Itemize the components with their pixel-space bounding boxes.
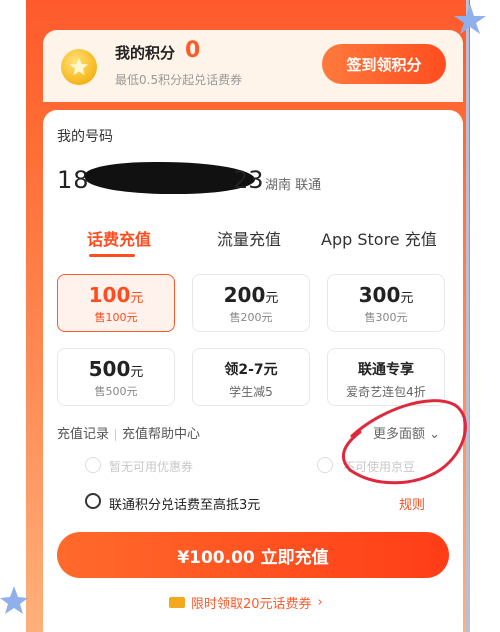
link-divider bbox=[115, 428, 117, 441]
tile-amount: 300 bbox=[358, 283, 401, 307]
jingdou-unavailable-label: 不可使用京豆 bbox=[343, 460, 416, 474]
points-offset-label: 联通积分兑话费至高抵3元 bbox=[109, 498, 261, 513]
amount-tile-200[interactable]: 200元 售200元 bbox=[192, 274, 310, 332]
tile-price: 售300元 bbox=[364, 311, 408, 324]
help-center-link[interactable]: 充值帮助中心 bbox=[122, 427, 200, 442]
amount-tile-500[interactable]: 500元 售500元 bbox=[57, 348, 175, 406]
coupon-banner-label: 限时领取20元话费券 bbox=[191, 597, 312, 612]
more-denominations-label: 更多面额 bbox=[373, 427, 426, 442]
points-offset-radio[interactable] bbox=[85, 493, 101, 509]
more-denominations-link[interactable]: 更多面额 ⌄ bbox=[373, 423, 440, 442]
promo-tile-student[interactable]: 领2-7元 学生减5 bbox=[192, 348, 310, 406]
coin-star-icon bbox=[61, 49, 97, 85]
tab-data-recharge[interactable]: 流量充值 bbox=[217, 226, 281, 250]
frame-edge bbox=[466, 0, 469, 632]
points-value: 0 bbox=[185, 38, 201, 63]
tile-amount: 200 bbox=[223, 283, 266, 307]
tile-price: 售200元 bbox=[229, 311, 273, 324]
tile-promo-title: 领2-7元 bbox=[224, 362, 278, 378]
chevron-right-icon: › bbox=[317, 595, 323, 610]
recharge-now-button[interactable]: ¥100.00 立即充值 bbox=[57, 532, 449, 578]
tile-unit: 元 bbox=[400, 291, 414, 306]
tile-price: 售500元 bbox=[94, 385, 138, 398]
tile-promo-title: 联通专享 bbox=[358, 362, 414, 378]
recharge-history-link[interactable]: 充值记录 bbox=[57, 427, 109, 442]
promo-tile-unicom-exclusive[interactable]: 联通专享 爱奇艺连包4折 bbox=[327, 348, 445, 406]
amount-tile-300[interactable]: 300元 售300元 bbox=[327, 274, 445, 332]
phone-number-suffix: 23 bbox=[233, 166, 264, 194]
tile-promo-sub: 爱奇艺连包4折 bbox=[346, 385, 426, 399]
rules-link[interactable]: 规则 bbox=[399, 494, 425, 513]
phone-number-prefix: 18 bbox=[57, 166, 90, 194]
tile-price: 售100元 bbox=[94, 311, 138, 324]
coupon-icon bbox=[169, 597, 185, 608]
active-tab-indicator bbox=[89, 254, 135, 257]
redaction-scribble bbox=[85, 162, 255, 194]
coupon-unavailable-label: 暂无可用优惠券 bbox=[109, 460, 194, 474]
amount-tile-100[interactable]: 100元 售100元 bbox=[57, 274, 175, 332]
tile-amount: 100 bbox=[88, 283, 131, 307]
limited-coupon-banner[interactable]: 限时领取20元话费券 › bbox=[169, 593, 323, 612]
tile-unit: 元 bbox=[130, 291, 144, 306]
tab-phone-recharge[interactable]: 话费充值 bbox=[87, 226, 151, 250]
tile-promo-sub: 学生减5 bbox=[229, 385, 273, 399]
recharge-card: 我的号码 18 23 湖南 联通 话费充值 流量充值 App Store 充值 … bbox=[43, 110, 463, 632]
sign-in-points-button[interactable]: 签到领积分 bbox=[322, 44, 446, 84]
coupon-radio[interactable] bbox=[85, 457, 101, 473]
background-left bbox=[0, 0, 26, 632]
points-card: 我的积分 0 最低0.5积分起兑话费券 签到领积分 bbox=[43, 30, 463, 102]
points-title: 我的积分 bbox=[115, 44, 176, 62]
tile-amount: 500 bbox=[88, 357, 131, 381]
points-subtitle: 最低0.5积分起兑话费券 bbox=[115, 73, 243, 87]
tab-app-store-recharge[interactable]: App Store 充值 bbox=[321, 226, 437, 250]
my-number-label: 我的号码 bbox=[57, 129, 113, 145]
chevron-down-icon: ⌄ bbox=[429, 427, 441, 442]
carrier-label: 湖南 联通 bbox=[265, 178, 322, 193]
tile-unit: 元 bbox=[130, 365, 144, 380]
tile-unit: 元 bbox=[265, 291, 279, 306]
help-links: 充值记录 充值帮助中心 bbox=[57, 423, 200, 442]
jingdou-radio[interactable] bbox=[317, 457, 333, 473]
